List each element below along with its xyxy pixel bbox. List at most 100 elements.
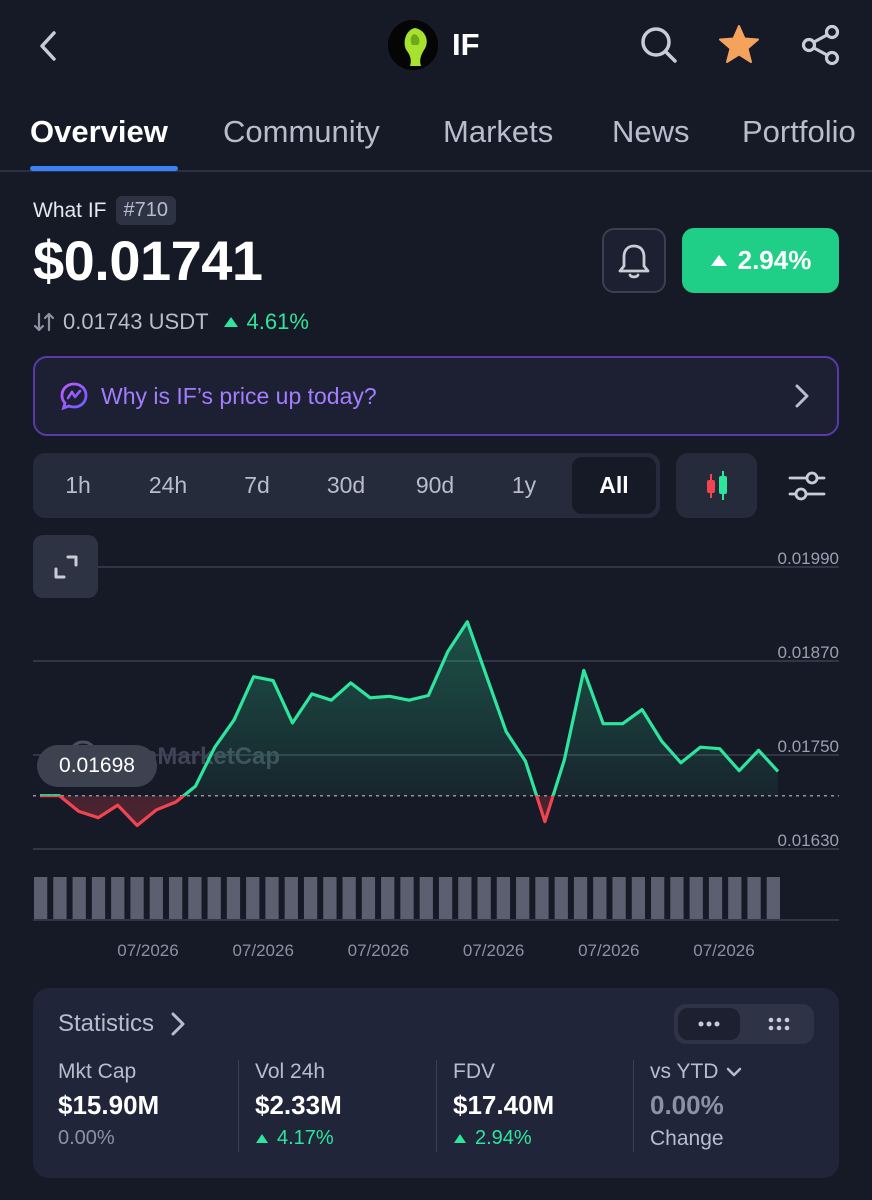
range-30d[interactable]: 30d: [301, 453, 391, 518]
stat-volume-24h[interactable]: Vol 24h $2.33M 4.17%: [255, 1060, 342, 1160]
range-all[interactable]: All: [572, 457, 656, 514]
stat-label-row[interactable]: vs YTD: [650, 1060, 742, 1084]
volume-bar: [458, 877, 472, 919]
range-90d[interactable]: 90d: [391, 453, 479, 518]
volume-bar: [226, 877, 241, 919]
stat-divider: [238, 1060, 239, 1152]
up-triangle-icon: [256, 1134, 268, 1143]
x-tick-label: 07/2026: [578, 941, 639, 960]
range-1y[interactable]: 1y: [479, 453, 569, 518]
share-button[interactable]: [798, 22, 844, 68]
stat-market-cap[interactable]: Mkt Cap $15.90M 0.00%: [58, 1060, 159, 1160]
coin-header: IF: [388, 20, 480, 70]
price-change-value: 2.94%: [737, 245, 812, 275]
tab-community[interactable]: Community: [223, 114, 380, 150]
volume-bar: [168, 877, 183, 919]
coin-name: What IF: [33, 198, 107, 222]
swap-arrows-icon: [33, 312, 55, 332]
compact-view-option[interactable]: [678, 1008, 740, 1040]
volume-bar: [284, 877, 298, 919]
volume-bar: [130, 877, 144, 919]
x-tick-label: 07/2026: [117, 941, 178, 960]
volume-bar: [207, 877, 221, 919]
coin-price: $0.01741: [33, 229, 263, 292]
volume-bar: [72, 877, 86, 919]
volume-bar: [303, 877, 318, 919]
active-tab-indicator: [30, 166, 178, 171]
volume-bar: [766, 877, 780, 919]
volume-bar: [573, 877, 588, 919]
coin-name-row: What IF #710: [33, 196, 177, 225]
tab-news[interactable]: News: [612, 114, 690, 150]
usdt-change: 4.61%: [246, 309, 309, 334]
price-change-badge: 2.94%: [682, 228, 839, 293]
stats-view-toggle: [674, 1004, 814, 1044]
back-arrow-icon: [40, 31, 56, 61]
chart-settings-button[interactable]: [782, 461, 832, 511]
range-24h[interactable]: 24h: [123, 453, 213, 518]
volume-bar: [149, 877, 163, 919]
back-button[interactable]: [28, 26, 68, 66]
volume-bar: [361, 877, 376, 919]
volume-bar: [708, 877, 723, 919]
stat-value: $2.33M: [255, 1090, 342, 1120]
candlestick-icon: [706, 470, 727, 500]
tab-portfolio[interactable]: Portfolio: [742, 114, 856, 150]
range-1h[interactable]: 1h: [33, 453, 123, 518]
candlestick-toggle-button[interactable]: [676, 453, 757, 518]
stat-change: 0.00%: [58, 1127, 115, 1149]
up-triangle-icon: [223, 317, 238, 327]
tab-overview[interactable]: Overview: [30, 114, 168, 150]
stat-fdv[interactable]: FDV $17.40M 2.94%: [453, 1060, 554, 1160]
y-tick-label: 0.01870: [778, 643, 839, 662]
stat-change: Change: [650, 1127, 724, 1150]
sliders-icon: [788, 471, 826, 501]
volume-bar: [728, 877, 742, 919]
y-tick-label: 0.01990: [778, 549, 839, 568]
up-triangle-icon: [454, 1134, 466, 1143]
y-tick-label: 0.01750: [778, 737, 839, 756]
share-icon: [801, 24, 840, 66]
range-7d[interactable]: 7d: [213, 453, 301, 518]
grid-view-option[interactable]: [748, 1008, 810, 1040]
volume-bar: [188, 877, 202, 919]
stat-change: 4.17%: [277, 1127, 334, 1149]
search-button[interactable]: [636, 22, 682, 68]
volume-bar: [246, 877, 260, 919]
statistics-title: Statistics: [58, 1010, 155, 1037]
stat-divider: [436, 1060, 437, 1152]
volume-bar: [496, 877, 511, 919]
statistics-header[interactable]: Statistics: [58, 1010, 186, 1038]
volume-bar: [535, 877, 549, 919]
stat-vs-ytd[interactable]: vs YTD 0.00% Change: [650, 1060, 742, 1160]
volume-bar: [689, 877, 703, 919]
volume-bar: [111, 877, 125, 919]
chevron-right-icon: [171, 1012, 185, 1036]
coin-logo-icon: [388, 20, 438, 70]
volume-bar: [265, 877, 279, 919]
current-price-label: 0.01698: [37, 745, 157, 787]
volume-bar: [554, 877, 568, 919]
tab-markets[interactable]: Markets: [443, 114, 553, 150]
ai-banner-text: Why is IF’s price up today?: [101, 382, 377, 409]
volume-bar: [670, 877, 684, 919]
volume-bar: [381, 877, 395, 919]
stat-change-row: 2.94%: [453, 1127, 554, 1150]
fullscreen-button[interactable]: [33, 535, 98, 598]
ai-insight-banner[interactable]: Why is IF’s price up today?: [33, 356, 839, 436]
price-alert-button[interactable]: [602, 228, 666, 293]
usdt-price-row: 0.01743 USDT 4.61%: [33, 309, 309, 335]
volume-bar: [53, 877, 67, 919]
chevron-down-icon: [727, 1067, 742, 1077]
volume-bar: [419, 877, 433, 919]
stat-value: $17.40M: [453, 1090, 555, 1120]
usdt-price: 0.01743 USDT: [63, 309, 209, 334]
star-icon: [719, 25, 759, 63]
statistics-card: Statistics Mkt Cap $15.90M 0.00% Vol 24h…: [33, 988, 839, 1178]
dots-grid-icon: [768, 1017, 790, 1031]
x-tick-label: 07/2026: [232, 941, 293, 960]
watchlist-button[interactable]: [716, 22, 762, 68]
tab-bar: Overview Community Markets News Portfoli…: [0, 110, 872, 172]
chevron-right-icon: [795, 384, 809, 408]
dots-horizontal-icon: [698, 1021, 720, 1027]
